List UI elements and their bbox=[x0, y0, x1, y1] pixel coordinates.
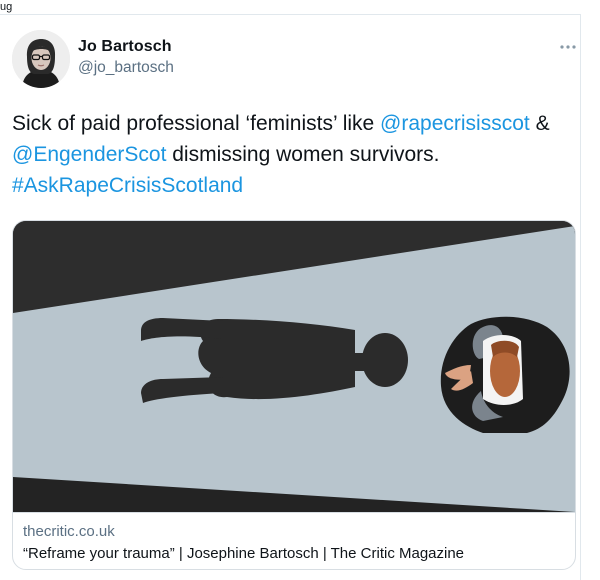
hashtag-askrapecrisisscotland[interactable]: #AskRapeCrisisScotland bbox=[12, 174, 243, 197]
link-preview-card[interactable]: thecritic.co.uk “Reframe your trauma” | … bbox=[12, 220, 576, 570]
right-divider bbox=[580, 14, 581, 580]
avatar-photo bbox=[12, 30, 70, 88]
author-handle[interactable]: @jo_bartosch bbox=[78, 59, 174, 77]
card-footer: thecritic.co.uk “Reframe your trauma” | … bbox=[13, 512, 575, 569]
author-name[interactable]: Jo Bartosch bbox=[78, 38, 172, 56]
card-domain: thecritic.co.uk bbox=[23, 523, 115, 540]
more-options-button[interactable] bbox=[556, 36, 580, 58]
mention-rapecrisisscot[interactable]: @rapecrisisscot bbox=[380, 112, 530, 135]
tweet-text: Sick of paid professional ‘feminists’ li… bbox=[12, 108, 572, 201]
tweet-text-part: Sick of paid professional ‘feminists’ li… bbox=[12, 112, 381, 135]
tweet-text-part: dismissing women survivors. bbox=[166, 143, 440, 166]
truncated-header-text: ug bbox=[0, 1, 13, 13]
more-horizontal-icon bbox=[560, 45, 576, 49]
avatar[interactable] bbox=[12, 30, 70, 88]
mention-engenderscot[interactable]: @EngenderScot bbox=[12, 143, 166, 166]
card-illustration bbox=[13, 221, 575, 512]
top-divider bbox=[0, 14, 581, 15]
tweet-text-part: & bbox=[529, 112, 550, 135]
card-title: “Reframe your trauma” | Josephine Bartos… bbox=[23, 545, 465, 562]
